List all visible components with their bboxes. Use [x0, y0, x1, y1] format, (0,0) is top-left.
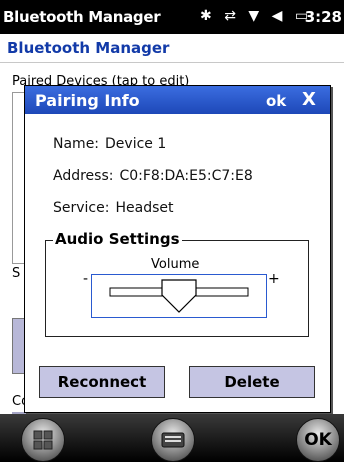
background-label-s: S	[12, 266, 21, 281]
signal-icon[interactable]: ▼	[248, 8, 259, 24]
volume-slider-thumb[interactable]	[161, 279, 197, 313]
start-button[interactable]	[21, 418, 65, 462]
address-row: Address: C0:F8:DA:E5:C7:E8	[53, 168, 253, 184]
dialog-title: Pairing Info	[35, 91, 140, 110]
close-icon[interactable]: X	[302, 89, 316, 110]
name-row: Name: Device 1	[53, 136, 166, 152]
dialog-title-bar: Pairing Info ok X	[25, 86, 330, 114]
softkey-ok-button[interactable]: OK	[296, 418, 340, 462]
status-time[interactable]: 3:28	[305, 8, 342, 26]
volume-minus: -	[83, 271, 89, 287]
status-bar: Bluetooth Manager ✱ ⇄ ▼ ◀ ▭ 3:28	[0, 0, 344, 34]
keyboard-icon	[161, 432, 185, 448]
keyboard-button[interactable]	[151, 418, 195, 462]
pairing-info-dialog: Pairing Info ok X Name: Device 1 Address:…	[24, 85, 331, 413]
name-label: Name:	[53, 136, 100, 152]
status-title: Bluetooth Manager	[3, 8, 161, 26]
service-row: Service: Headset	[53, 200, 173, 216]
volume-plus: +	[268, 271, 280, 287]
address-value: C0:F8:DA:E5:C7:E8	[119, 168, 253, 184]
reconnect-button[interactable]: Reconnect	[39, 366, 165, 398]
volume-icon[interactable]: ◀	[272, 8, 283, 24]
audio-settings-title: Audio Settings	[53, 230, 182, 248]
name-value: Device 1	[105, 136, 167, 152]
address-label: Address:	[53, 168, 114, 184]
ok-button[interactable]: ok	[266, 92, 286, 110]
volume-label: Volume	[151, 257, 200, 272]
volume-slider-graphic	[109, 279, 249, 313]
status-icons: ✱ ⇄ ▼ ◀ ▭	[200, 8, 316, 24]
bluetooth-icon[interactable]: ✱	[200, 8, 212, 24]
app-title-bar: Bluetooth Manager	[0, 34, 344, 63]
service-label: Service:	[53, 200, 110, 216]
windows-icon	[33, 430, 53, 450]
service-value: Headset	[115, 200, 174, 216]
volume-slider[interactable]	[91, 274, 267, 318]
app-title: Bluetooth Manager	[7, 39, 170, 57]
delete-button[interactable]: Delete	[189, 366, 315, 398]
sync-icon[interactable]: ⇄	[224, 8, 236, 24]
